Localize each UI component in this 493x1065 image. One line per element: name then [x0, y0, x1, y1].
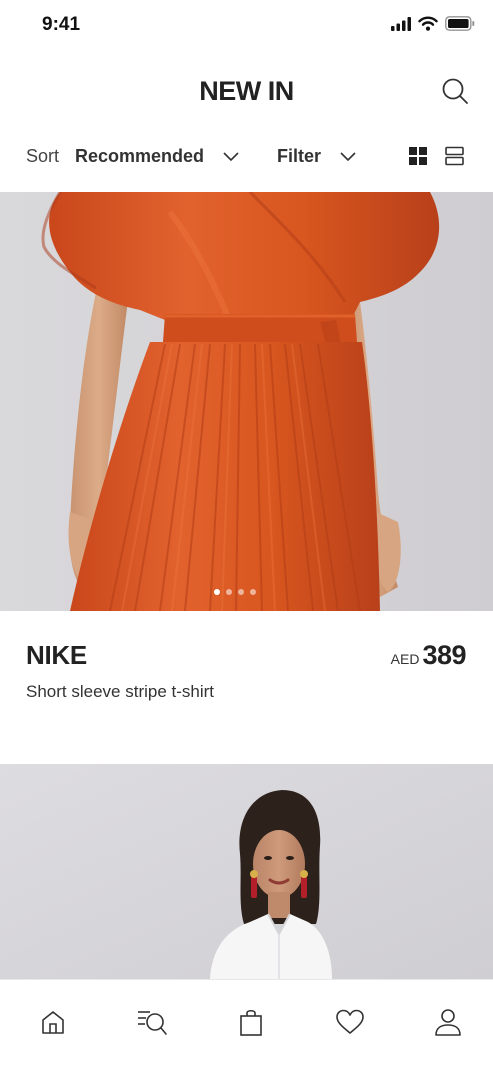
product-image[interactable] [0, 764, 493, 979]
cellular-signal-icon [391, 16, 411, 31]
search-icon [442, 78, 468, 104]
status-bar: 9:41 [0, 0, 493, 52]
grid-view-button[interactable] [406, 144, 430, 168]
sort-filter-bar: Sort Recommended Filter [0, 134, 493, 178]
grid-view-icon [409, 147, 427, 165]
price-currency: AED [390, 651, 420, 667]
filter-dropdown[interactable]: Filter [277, 142, 357, 170]
search-list-icon [138, 1011, 167, 1035]
shopping-bag-icon [240, 1009, 262, 1036]
list-view-icon [445, 146, 464, 166]
sort-value: Recommended [75, 145, 205, 166]
filter-label: Filter [277, 145, 322, 166]
orange-dress-photo [0, 192, 493, 611]
price-amount: 389 [422, 640, 466, 670]
carousel-dot[interactable] [237, 589, 244, 595]
wifi-icon [418, 16, 438, 31]
status-time: 9:41 [42, 14, 81, 35]
heart-icon [336, 1009, 364, 1034]
bottom-tab-bar [0, 979, 493, 1065]
page-title: NEW IN [199, 76, 294, 106]
image-carousel-dots[interactable] [0, 589, 481, 595]
tab-profile[interactable] [430, 1004, 466, 1040]
search-button[interactable] [438, 74, 472, 108]
product-price: AED 389 [390, 640, 467, 671]
battery-icon [445, 16, 475, 31]
profile-icon [435, 1009, 461, 1036]
home-icon [42, 1011, 64, 1034]
tab-search[interactable] [134, 1004, 170, 1040]
product-image[interactable] [0, 192, 493, 611]
sort-label: Sort [26, 146, 60, 166]
status-icons [391, 16, 475, 31]
chevron-down-icon [340, 152, 356, 162]
chevron-down-icon [223, 152, 239, 162]
tab-wishlist[interactable] [332, 1004, 368, 1040]
tab-bag[interactable] [233, 1004, 269, 1040]
tab-home[interactable] [35, 1004, 71, 1040]
sort-dropdown[interactable]: Recommended [75, 142, 240, 170]
carousel-dot[interactable] [249, 589, 256, 595]
list-view-button[interactable] [443, 144, 467, 168]
header: NEW IN [0, 60, 493, 120]
carousel-dot[interactable] [225, 589, 232, 595]
carousel-dot[interactable] [213, 589, 220, 595]
model-white-shirt-photo [0, 764, 493, 979]
product-name: Short sleeve stripe t-shirt [26, 682, 215, 701]
product-brand: NIKE [26, 640, 87, 670]
